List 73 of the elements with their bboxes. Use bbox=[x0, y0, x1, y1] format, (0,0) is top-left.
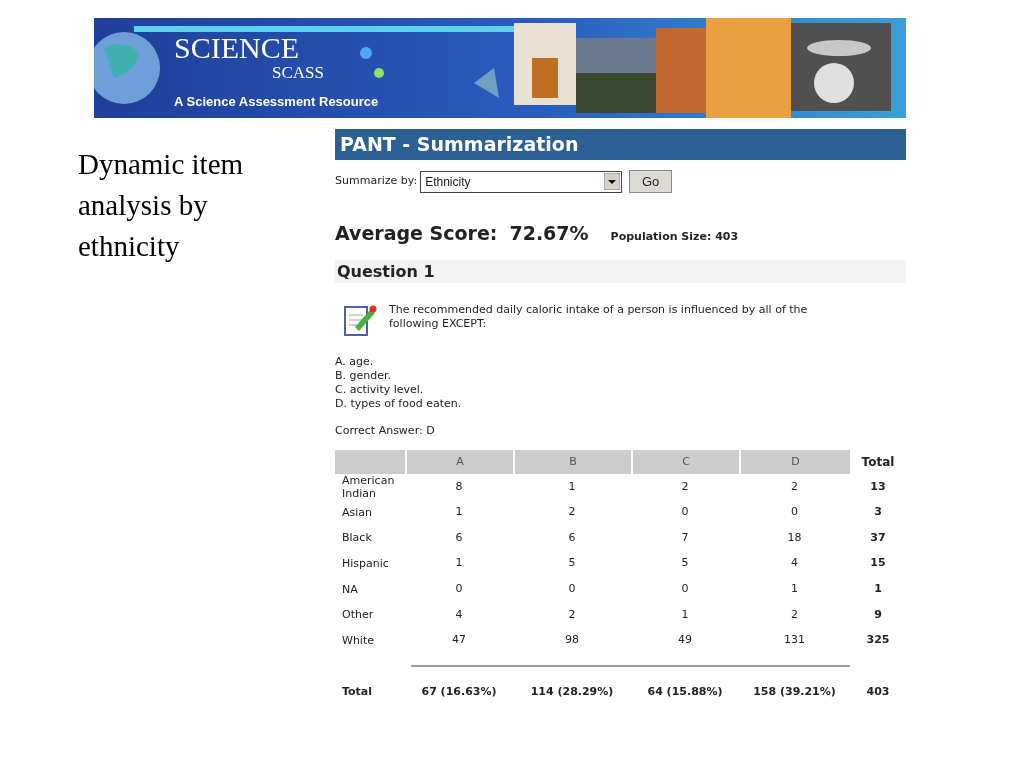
table-cell-text: 13 bbox=[869, 478, 887, 495]
table-cell-text: 2 bbox=[680, 478, 690, 495]
table-cell-text: 6 bbox=[454, 529, 464, 546]
average-score-value: 72.67% bbox=[509, 221, 589, 246]
table-cell-text: 47 bbox=[451, 632, 467, 649]
table-cell-text: 9 bbox=[873, 606, 883, 623]
average-score-label: Average Score: bbox=[335, 221, 498, 246]
question-heading: Question 1 bbox=[335, 259, 906, 283]
row-label: American Indian bbox=[341, 473, 396, 500]
table-cell-text: 2 bbox=[567, 606, 577, 623]
table-cell-text: 158 (39.21%) bbox=[752, 683, 837, 700]
banner-tagline: A Science Assessment Resource bbox=[174, 93, 379, 111]
table-cell-text: 18 bbox=[786, 529, 803, 546]
correct-answer: Correct Answer: D bbox=[335, 422, 436, 439]
table-cell-text: 0 bbox=[454, 580, 464, 597]
table-cell-text: 1 bbox=[567, 478, 577, 495]
table-cell-text: 1 bbox=[790, 580, 799, 597]
dropdown-arrow-icon bbox=[604, 173, 621, 190]
column-header: B bbox=[513, 450, 631, 474]
table-cell-text: 0 bbox=[680, 504, 690, 521]
summarize-dropdown[interactable]: Ethnicity bbox=[420, 170, 623, 193]
table-cell-text: 6 bbox=[567, 529, 577, 546]
row-label: Total bbox=[341, 683, 374, 700]
table-cell-text: 49 bbox=[677, 632, 693, 649]
table-cell-text: 403 bbox=[865, 683, 891, 700]
column-header: Total bbox=[860, 454, 896, 471]
table-cell-text: 67 (16.63%) bbox=[420, 683, 498, 700]
table-cell-text: 4 bbox=[790, 555, 799, 572]
banner-title: SCIENCE bbox=[174, 32, 299, 64]
column-header: D bbox=[739, 450, 850, 474]
table-cell-text: 1 bbox=[454, 555, 464, 572]
question-text: The recommended daily caloric intake of a person is influenced by all of the following EXCEPT: bbox=[389, 302, 809, 332]
header-cell bbox=[335, 450, 405, 474]
table-cell-text: 1 bbox=[454, 504, 464, 521]
go-button[interactable]: Go bbox=[629, 170, 673, 193]
row-label: Black bbox=[341, 531, 373, 545]
slide-caption: Dynamic item analysis by ethnicity bbox=[78, 147, 245, 264]
table-cell-text: 0 bbox=[567, 580, 577, 597]
answer-choice: D. types of food eaten. bbox=[335, 396, 463, 411]
column-header: A bbox=[405, 450, 513, 474]
row-label: NA bbox=[341, 582, 359, 596]
table-cell-text: 1 bbox=[873, 580, 883, 597]
table-cell-text: 8 bbox=[454, 478, 464, 495]
answer-choice: A. age. bbox=[335, 354, 375, 369]
row-label: Hispanic bbox=[341, 557, 390, 571]
table-cell-text: 2 bbox=[790, 478, 799, 495]
table-cell-text: 325 bbox=[865, 632, 891, 649]
table-cell-text: 2 bbox=[790, 606, 799, 623]
answer-choice: C. activity level. bbox=[335, 382, 425, 397]
table-cell-text: 98 bbox=[564, 632, 580, 649]
table-cell-text: 5 bbox=[680, 555, 690, 572]
page-title: PANT - Summarization bbox=[335, 129, 906, 160]
table-cell-text: 1 bbox=[680, 606, 690, 623]
banner-subtitle: SCASS bbox=[272, 64, 324, 82]
table-cell-text: 37 bbox=[869, 529, 887, 546]
table-cell-text: 114 (28.29%) bbox=[529, 683, 615, 700]
table-cell-text: 0 bbox=[680, 580, 690, 597]
row-label: Asian bbox=[341, 505, 374, 519]
row-label: Other bbox=[341, 608, 375, 622]
row-label: White bbox=[341, 633, 375, 647]
population-size: Population Size: 403 bbox=[610, 229, 739, 245]
table-cell-text: 5 bbox=[567, 555, 577, 572]
table-cell-text: 2 bbox=[567, 504, 577, 521]
table-cell-text: 7 bbox=[680, 529, 690, 546]
summarize-label: Summarize by: bbox=[335, 173, 418, 190]
column-header: C bbox=[631, 450, 739, 474]
answer-choice: B. gender. bbox=[335, 368, 393, 383]
table-cell-text: 131 bbox=[783, 632, 806, 649]
table-cell-text: 15 bbox=[869, 555, 887, 572]
table-cell-text: 4 bbox=[454, 606, 464, 623]
table-cell-text: 0 bbox=[790, 504, 799, 521]
table-cell-text: 64 (15.88%) bbox=[646, 683, 724, 700]
table-cell-text: 3 bbox=[873, 504, 883, 521]
